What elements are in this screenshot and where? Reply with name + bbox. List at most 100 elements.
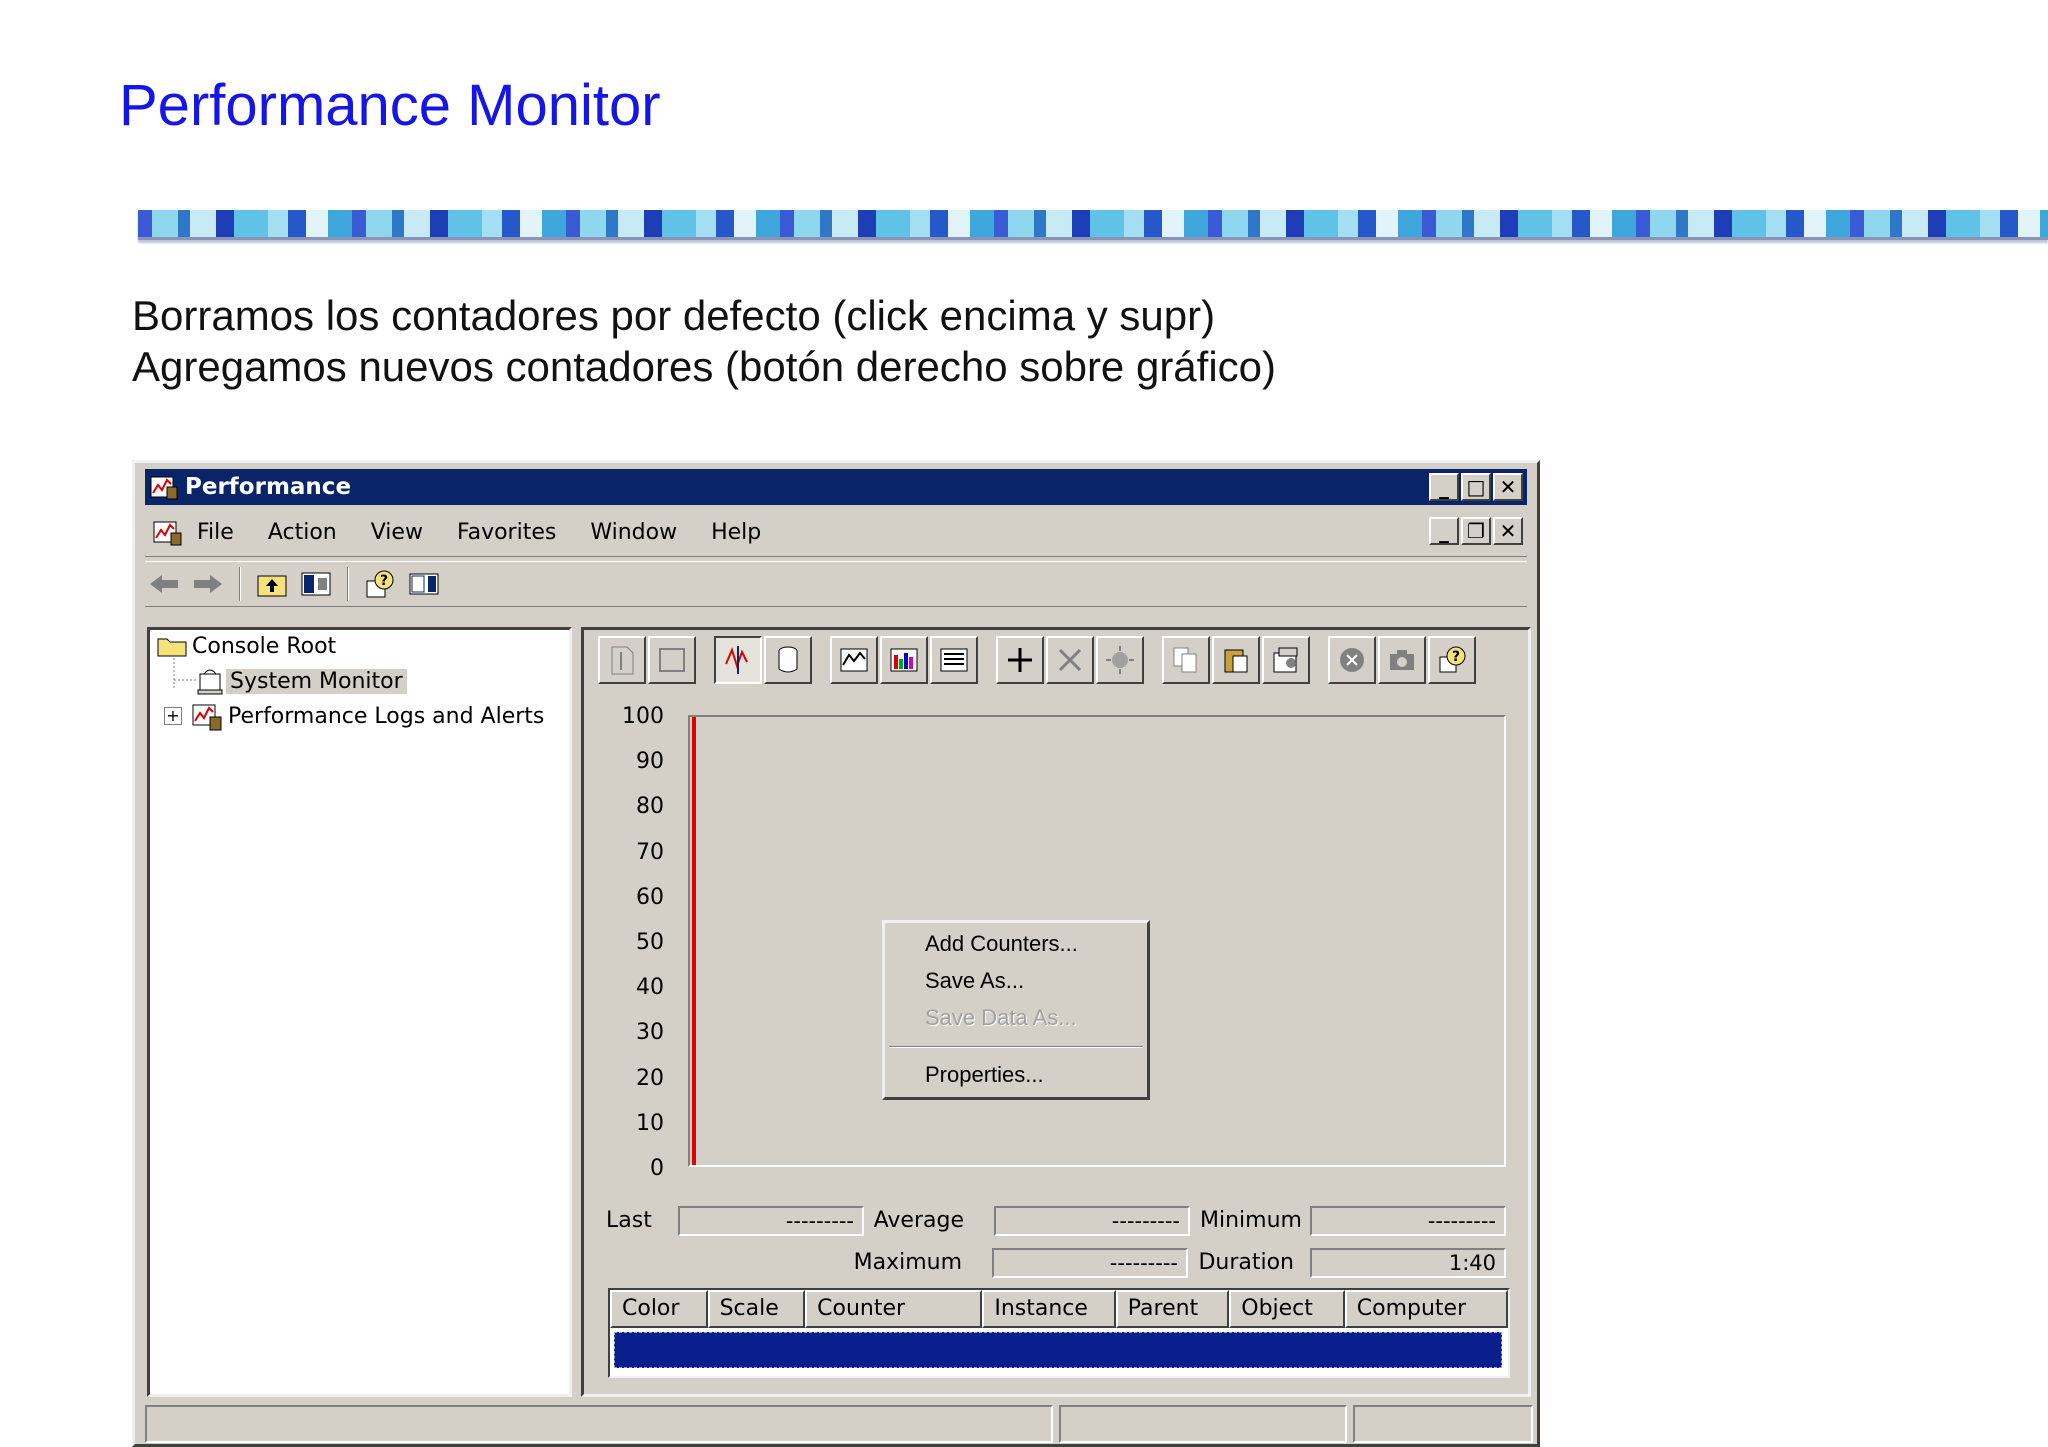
status-panel-1 (145, 1405, 1053, 1443)
view-report-button[interactable] (930, 636, 978, 684)
freeze-display-button[interactable] (1328, 636, 1376, 684)
menu-favorites[interactable]: Favorites (457, 520, 556, 545)
menu-file[interactable]: File (197, 520, 234, 545)
view-log-data-button[interactable] (764, 636, 812, 684)
properties-button[interactable] (1262, 636, 1310, 684)
add-counter-button[interactable] (996, 636, 1044, 684)
tree-item-system-monitor[interactable]: System Monitor (194, 665, 407, 697)
view-graph-button[interactable] (830, 636, 878, 684)
copy-icon (1173, 647, 1197, 673)
last-value: --------- (678, 1206, 864, 1236)
maximize-button[interactable]: □ (1461, 473, 1491, 501)
legend-selected-row[interactable] (614, 1332, 1502, 1368)
menu-properties[interactable]: Properties... (925, 1062, 1044, 1088)
legend-col-parent[interactable]: Parent (1115, 1290, 1230, 1328)
paste-counter-list-button[interactable] (1212, 636, 1260, 684)
view-current-activity-button[interactable] (714, 636, 762, 684)
maximum-value: --------- (992, 1248, 1188, 1278)
counter-legend[interactable]: Color Scale Counter Instance Parent Obje… (608, 1288, 1510, 1378)
paste-icon (1224, 649, 1248, 673)
y-tick-label: 40 (636, 975, 664, 1001)
tree-item-performance-logs[interactable]: + Performance Logs and Alerts (164, 700, 548, 732)
y-tick-label: 20 (636, 1065, 664, 1091)
window-title: Performance (185, 474, 352, 500)
menu-add-counters[interactable]: Add Counters... (925, 931, 1078, 957)
y-tick-label: 70 (636, 839, 664, 865)
child-minimize-button[interactable]: _ (1429, 517, 1459, 545)
delete-x-icon (1058, 648, 1082, 672)
close-button[interactable]: ✕ (1493, 473, 1523, 501)
y-tick-label: 90 (636, 749, 664, 775)
delete-counter-button[interactable] (1046, 636, 1094, 684)
average-label: Average (873, 1208, 964, 1233)
current-activity-icon (725, 646, 748, 674)
clear-display-button[interactable] (648, 636, 696, 684)
tree-label-console-root: Console Root (192, 633, 337, 659)
y-tick-label: 60 (636, 884, 664, 910)
show-hide-pane-button[interactable] (405, 566, 443, 602)
y-tick-label: 80 (636, 794, 664, 820)
legend-col-object[interactable]: Object (1229, 1290, 1345, 1328)
status-bar (145, 1405, 1533, 1445)
slide-line-1: Borramos los contadores por defecto (cli… (132, 292, 1216, 339)
menu-view[interactable]: View (371, 520, 423, 545)
slide-title: Performance Monitor (119, 73, 661, 138)
menu-save-data-as: Save Data As... (925, 1005, 1077, 1030)
minimize-button[interactable]: _ (1429, 473, 1459, 501)
legend-header: Color Scale Counter Instance Parent Obje… (610, 1290, 1508, 1328)
database-icon (778, 646, 798, 673)
performance-app-icon (150, 476, 178, 500)
menu-save-as[interactable]: Save As... (925, 968, 1024, 994)
highlight-button[interactable] (1096, 636, 1144, 684)
system-monitor-toolbar: ? (598, 634, 1518, 686)
decorative-divider (138, 210, 2048, 240)
report-icon (940, 648, 968, 672)
graph-icon (840, 648, 868, 672)
folder-icon (157, 638, 187, 657)
menu-action[interactable]: Action (268, 520, 337, 545)
copy-properties-button[interactable] (1162, 636, 1210, 684)
new-counter-set-button[interactable] (598, 636, 646, 684)
up-one-level-button[interactable] (253, 566, 291, 602)
view-histogram-button[interactable] (880, 636, 928, 684)
title-bar[interactable]: Performance _ □ ✕ (145, 469, 1527, 505)
legend-col-counter[interactable]: Counter (805, 1290, 983, 1328)
y-tick-label: 10 (636, 1110, 664, 1136)
standard-toolbar: ? (145, 561, 1527, 607)
back-button[interactable] (145, 566, 183, 602)
slide-text: Borramos los contadores por defecto (cli… (132, 290, 1276, 392)
help-icon: ? (1439, 646, 1466, 673)
arrow-left-icon (150, 575, 178, 593)
tree-label-system-monitor: System Monitor (226, 668, 407, 694)
show-pane-icon (409, 573, 439, 595)
menu-bar: File Action View Favorites Window Help _… (145, 509, 1527, 557)
update-data-button[interactable] (1378, 636, 1426, 684)
forward-button[interactable] (189, 566, 227, 602)
legend-col-color[interactable]: Color (610, 1290, 708, 1328)
time-bar (692, 717, 696, 1165)
minimum-value: --------- (1310, 1206, 1506, 1236)
child-restore-button[interactable]: ❐ (1461, 517, 1491, 545)
show-hide-tree-button[interactable] (297, 566, 335, 602)
slide-line-2: Agregamos nuevos contadores (botón derec… (132, 343, 1277, 390)
camera-icon (1390, 650, 1414, 670)
child-close-button[interactable]: ✕ (1493, 517, 1523, 545)
legend-col-scale[interactable]: Scale (707, 1290, 806, 1328)
average-value: --------- (994, 1206, 1190, 1236)
mmc-console-icon[interactable] (151, 517, 183, 549)
toolbar-separator-2 (347, 567, 349, 601)
menu-separator (889, 1046, 1143, 1048)
properties-icon (1273, 647, 1298, 673)
legend-col-instance[interactable]: Instance (982, 1290, 1116, 1328)
sm-help-button[interactable]: ? (1428, 636, 1476, 684)
help-button[interactable]: ? (361, 566, 399, 602)
graph-context-menu: Add Counters... Save As... Save Data As.… (882, 920, 1150, 1100)
up-folder-icon (257, 575, 287, 597)
caption-buttons: _ □ ✕ (1429, 473, 1523, 501)
duration-value: 1:40 (1310, 1248, 1506, 1278)
plus-icon (1008, 648, 1032, 672)
highlight-icon (1106, 646, 1134, 674)
legend-col-computer[interactable]: Computer (1344, 1290, 1508, 1328)
menu-window[interactable]: Window (590, 520, 677, 545)
menu-help[interactable]: Help (711, 520, 761, 545)
